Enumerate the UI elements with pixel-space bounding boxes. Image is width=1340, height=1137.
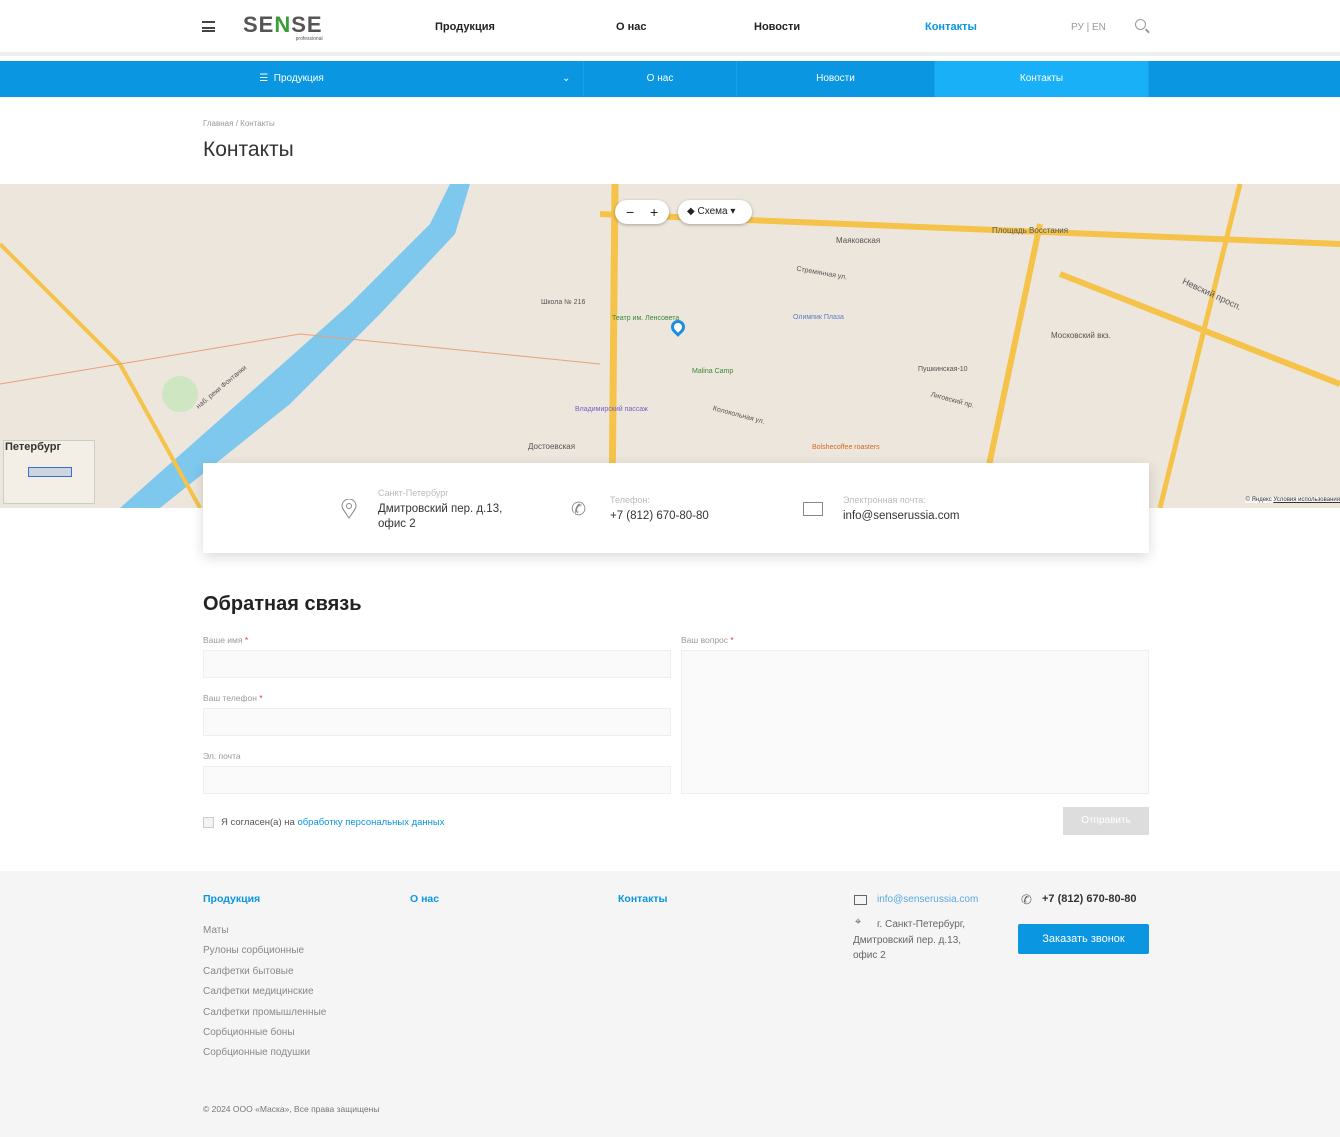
copyright: © 2024 ООО «Маска», Все права защищены	[203, 1104, 380, 1114]
map-roads	[0, 184, 1340, 508]
phone-icon: ✆	[1021, 892, 1032, 907]
footer: Продукция О нас Контакты Маты Рулоны сор…	[0, 871, 1340, 1137]
footer-address: г. Санкт-Петербург, Дмитровский пер. д.13…	[853, 919, 965, 961]
secondary-nav: ☰ Продукция ⌄ О нас Новости Контакты	[0, 61, 1340, 97]
language-switch[interactable]: РУ | EN	[1071, 22, 1106, 33]
map-copyright: © Яндекс	[1245, 497, 1272, 503]
feedback-title: Обратная связь	[203, 593, 362, 615]
footer-email[interactable]: info@senserussia.com	[877, 894, 978, 905]
nav-news[interactable]: Новости	[754, 21, 800, 33]
bluenav-news[interactable]: Новости	[737, 61, 935, 97]
mail-icon	[803, 502, 823, 516]
road	[1157, 184, 1243, 508]
question-textarea[interactable]	[681, 650, 1149, 794]
consent-checkbox[interactable]	[203, 817, 214, 828]
minimap-viewport	[28, 467, 72, 477]
nav-about[interactable]: О нас	[616, 21, 647, 33]
footer-about[interactable]: О нас	[410, 893, 439, 905]
footer-link[interactable]: Салфетки медицинские	[203, 986, 314, 997]
callback-button[interactable]: Заказать звонок	[1018, 924, 1149, 954]
contact-email[interactable]: info@senserussia.com	[843, 509, 960, 524]
page-title: Контакты	[203, 138, 294, 161]
header: SENSE professional Продукция О нас Новост…	[0, 0, 1340, 56]
road	[608, 184, 619, 508]
zoom-in-button[interactable]: +	[650, 200, 658, 224]
minimap[interactable]: Петербург	[3, 440, 95, 504]
contact-card: Санкт-Петербург Дмитровский пер. д.13, оф…	[203, 463, 1149, 553]
breadcrumb: Главная / Контакты	[203, 119, 275, 128]
name-input[interactable]	[203, 650, 671, 678]
location-pin-icon	[341, 499, 357, 519]
layers-icon: ◆	[687, 206, 695, 217]
footer-link[interactable]: Сорбционные подушки	[203, 1047, 310, 1058]
bluenav-products[interactable]: ☰ Продукция ⌄	[0, 61, 584, 97]
footer-phone[interactable]: +7 (812) 670-80-80	[1042, 893, 1136, 905]
footer-link[interactable]: Рулоны сорбционные	[203, 945, 304, 956]
map[interactable]: Маяковская Площадь Восстания Достоевская…	[0, 184, 1340, 508]
footer-products[interactable]: Продукция	[203, 893, 260, 905]
bluenav-about[interactable]: О нас	[584, 61, 737, 97]
email-input[interactable]	[203, 766, 671, 794]
chevron-down-icon: ⌄	[562, 73, 571, 84]
mail-icon	[854, 895, 867, 905]
search-icon[interactable]	[1135, 19, 1146, 30]
footer-link[interactable]: Салфетки промышленные	[203, 1007, 326, 1018]
map-layer-button[interactable]: ◆ Схема ▾	[678, 200, 752, 224]
park	[162, 376, 198, 412]
contact-phone[interactable]: +7 (812) 670-80-80	[610, 509, 709, 524]
submit-button[interactable]: Отправить	[1063, 807, 1149, 835]
footer-link[interactable]: Сорбционные боны	[203, 1027, 295, 1038]
zoom-out-button[interactable]: −	[626, 200, 634, 224]
footer-link[interactable]: Салфетки бытовые	[203, 966, 294, 977]
footer-link[interactable]: Маты	[203, 925, 229, 936]
phone-icon: ✆	[571, 499, 587, 519]
footer-contacts[interactable]: Контакты	[618, 893, 668, 905]
bluenav-contacts[interactable]: Контакты	[935, 61, 1149, 97]
logo[interactable]: SENSE professional	[243, 12, 323, 42]
contact-address: Дмитровский пер. д.13, офис 2	[378, 503, 503, 530]
map-terms-link[interactable]: Условия использования	[1273, 497, 1340, 503]
nav-products[interactable]: Продукция	[435, 21, 495, 33]
breadcrumb-home[interactable]: Главная	[203, 119, 233, 128]
phone-input[interactable]	[203, 708, 671, 736]
menu-icon[interactable]	[202, 21, 215, 32]
map-zoom-controls: − +	[615, 200, 669, 224]
privacy-link[interactable]: обработку персональных данных	[297, 817, 444, 828]
nav-contacts[interactable]: Контакты	[925, 21, 977, 33]
